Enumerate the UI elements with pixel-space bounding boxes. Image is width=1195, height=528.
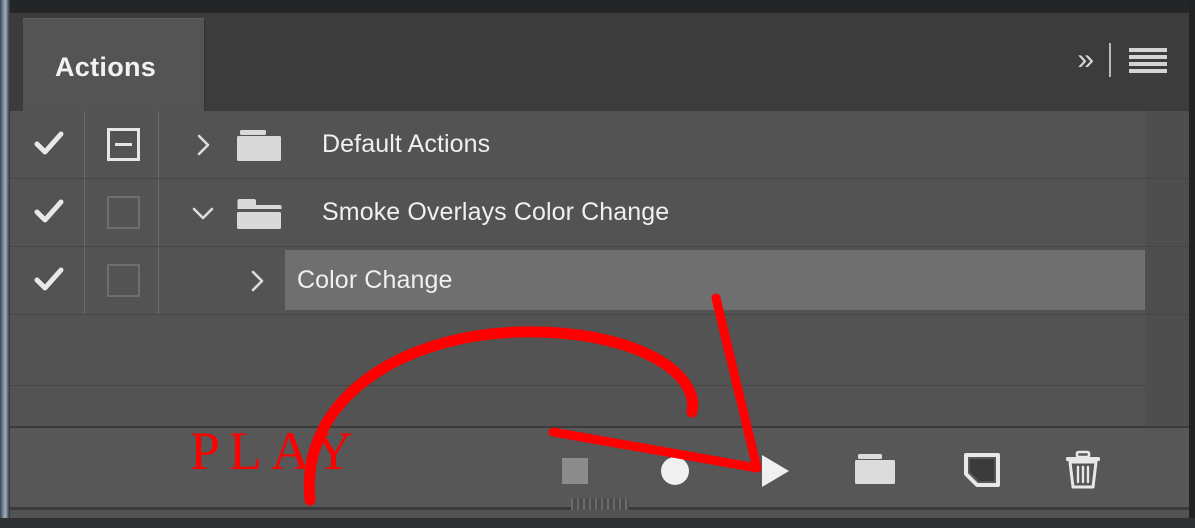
row-toggle-cell[interactable] bbox=[10, 247, 85, 314]
table-row[interactable]: Default Actions bbox=[10, 111, 1189, 179]
row-toggle-cell[interactable] bbox=[10, 111, 85, 178]
tab-actions[interactable]: Actions bbox=[23, 18, 205, 111]
annotation-label: PLAY bbox=[190, 421, 363, 481]
photoshop-actions-panel-screenshot: Actions » Default Actions Smoke Overlays… bbox=[0, 0, 1195, 528]
folder-open-icon bbox=[236, 197, 282, 230]
dialog-toggle-off-icon[interactable] bbox=[107, 196, 140, 229]
checkmark-icon[interactable] bbox=[34, 265, 64, 295]
actions-panel: Actions » Default Actions Smoke Overlays… bbox=[10, 13, 1189, 518]
empty-list-row[interactable] bbox=[10, 315, 1189, 386]
actions-toolbar bbox=[10, 426, 1189, 510]
new-action-button[interactable] bbox=[961, 450, 1005, 490]
chevron-down-icon[interactable] bbox=[188, 198, 218, 228]
table-row[interactable]: Smoke Overlays Color Change bbox=[10, 179, 1189, 247]
dialog-toggle-cell[interactable] bbox=[86, 179, 159, 246]
checkmark-icon[interactable] bbox=[34, 197, 64, 227]
hamburger-menu-icon[interactable] bbox=[1129, 47, 1167, 73]
panel-header-controls: » bbox=[1077, 43, 1167, 77]
panel-resize-grip[interactable] bbox=[570, 498, 629, 510]
header-divider bbox=[1109, 43, 1111, 77]
record-button[interactable] bbox=[655, 450, 699, 490]
row-toggle-cell[interactable] bbox=[10, 179, 85, 246]
play-button[interactable] bbox=[755, 450, 799, 490]
dialog-toggle-cell[interactable] bbox=[86, 111, 159, 178]
dialog-toggle-cell[interactable] bbox=[86, 247, 159, 314]
double-chevron-right-icon[interactable]: » bbox=[1077, 45, 1094, 75]
actions-list: Default Actions Smoke Overlays Color Cha… bbox=[10, 111, 1189, 456]
window-top-strip bbox=[0, 0, 1195, 13]
action-set-name: Default Actions bbox=[322, 130, 491, 158]
stop-button[interactable] bbox=[555, 450, 599, 490]
table-row[interactable]: Color Change bbox=[10, 247, 1189, 315]
panel-header: Actions » bbox=[10, 13, 1189, 111]
checkmark-icon[interactable] bbox=[34, 129, 64, 159]
action-set-name: Smoke Overlays Color Change bbox=[322, 198, 670, 226]
delete-button[interactable] bbox=[1061, 450, 1105, 490]
folder-closed-icon bbox=[236, 129, 282, 162]
dialog-toggle-off-icon[interactable] bbox=[107, 264, 140, 297]
chevron-right-icon[interactable] bbox=[242, 266, 272, 296]
tab-actions-label: Actions bbox=[55, 52, 157, 82]
chevron-right-icon[interactable] bbox=[188, 130, 218, 160]
window-right-edge bbox=[1189, 0, 1195, 528]
new-set-button[interactable] bbox=[853, 450, 897, 490]
action-name: Color Change bbox=[297, 266, 453, 294]
dialog-toggle-partial-icon[interactable] bbox=[107, 128, 140, 161]
window-bottom-edge bbox=[0, 518, 1195, 528]
window-left-edge bbox=[0, 0, 10, 528]
